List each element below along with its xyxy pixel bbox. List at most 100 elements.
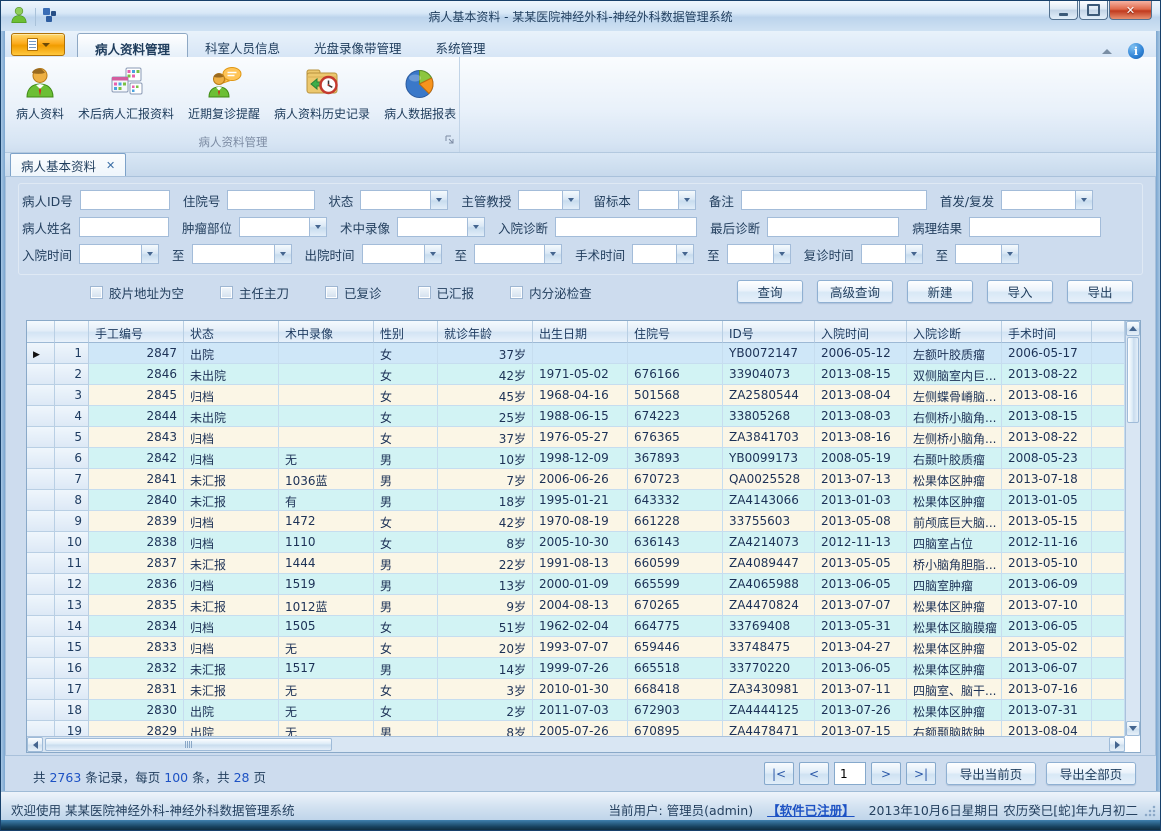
filter-combo[interactable] xyxy=(239,217,327,237)
text-input[interactable] xyxy=(556,220,696,238)
column-header-2[interactable] xyxy=(55,321,89,343)
text-input[interactable] xyxy=(228,193,314,211)
filter-combo[interactable] xyxy=(638,190,696,210)
combo-dropdown-button[interactable] xyxy=(309,218,326,236)
combo-dropdown-button[interactable] xyxy=(274,245,291,263)
column-header-11[interactable]: 入院时间 xyxy=(815,321,907,343)
checkbox-2[interactable]: 主任主刀 xyxy=(220,283,289,302)
dialog-launcher-icon[interactable] xyxy=(445,130,455,149)
column-header-5[interactable]: 术中录像 xyxy=(279,321,374,343)
combo-dropdown-button[interactable] xyxy=(905,245,922,263)
column-header-8[interactable]: 出生日期 xyxy=(533,321,628,343)
text-input[interactable] xyxy=(80,220,168,238)
filter-combo[interactable] xyxy=(518,190,580,210)
ribbon-button-5[interactable]: 病人数据报表 xyxy=(377,60,463,124)
collapse-ribbon-icon[interactable] xyxy=(1102,49,1112,54)
export-current-page-button[interactable]: 导出当前页 xyxy=(946,762,1036,785)
table-row-13[interactable]: 132835未汇报1012蓝男9岁2004-08-13670265ZA44708… xyxy=(27,595,1125,616)
combo-dropdown-button[interactable] xyxy=(430,191,447,209)
text-input[interactable] xyxy=(970,220,1100,238)
combo-dropdown-button[interactable] xyxy=(544,245,561,263)
combo-dropdown-button[interactable] xyxy=(1001,245,1018,263)
table-row-10[interactable]: 102838归档1110女8岁2005-10-30636143ZA4214073… xyxy=(27,532,1125,553)
table-row-12[interactable]: 122836归档1519男13岁2000-01-09665599ZA406598… xyxy=(27,574,1125,595)
scroll-up-button[interactable] xyxy=(1126,321,1140,336)
table-row-3[interactable]: 32845归档女45岁1968-04-16501568ZA25805442013… xyxy=(27,385,1125,406)
checkbox-4[interactable]: 已汇报 xyxy=(418,283,475,302)
combo-dropdown-button[interactable] xyxy=(773,245,790,263)
checkbox-icon[interactable] xyxy=(90,286,103,299)
column-header-10[interactable]: ID号 xyxy=(723,321,815,343)
ribbon-button-4[interactable]: 病人资料历史记录 xyxy=(267,60,377,124)
text-input[interactable] xyxy=(768,220,898,238)
ribbon-tab-4[interactable]: 系统管理 xyxy=(419,33,503,57)
action-button-2[interactable]: 高级查询 xyxy=(817,280,893,303)
filter-combo[interactable] xyxy=(360,190,448,210)
scroll-left-button[interactable] xyxy=(27,737,43,752)
checkbox-icon[interactable] xyxy=(325,286,338,299)
ribbon-button-2[interactable]: 术后病人汇报资料 xyxy=(71,60,181,124)
combo-dropdown-button[interactable] xyxy=(562,191,579,209)
column-header-3[interactable]: 手工编号 xyxy=(89,321,184,343)
filter-input[interactable] xyxy=(80,190,170,210)
column-header-13[interactable]: 手术时间 xyxy=(1002,321,1092,343)
text-input[interactable] xyxy=(81,193,169,211)
vertical-scroll-thumb[interactable] xyxy=(1127,337,1139,423)
combo-dropdown-button[interactable] xyxy=(678,191,695,209)
table-row-4[interactable]: 42844未出院女25岁1988-06-15674223338052682013… xyxy=(27,406,1125,427)
table-row-11[interactable]: 112837未汇报1444男22岁1991-08-13660599ZA40894… xyxy=(27,553,1125,574)
filter-combo[interactable] xyxy=(1001,190,1093,210)
tab-close-icon[interactable]: ✕ xyxy=(106,159,115,172)
table-row-8[interactable]: 82840未汇报有男18岁1995-01-21643332ZA414306620… xyxy=(27,490,1125,511)
filter-input[interactable] xyxy=(969,217,1101,237)
last-page-button[interactable]: >| xyxy=(906,762,936,785)
action-button-1[interactable]: 查询 xyxy=(737,280,803,303)
filter-combo[interactable] xyxy=(362,244,442,264)
filter-combo[interactable] xyxy=(955,244,1019,264)
ribbon-tab-2[interactable]: 科室人员信息 xyxy=(188,33,297,57)
page-input[interactable] xyxy=(834,762,866,785)
export-all-pages-button[interactable]: 导出全部页 xyxy=(1046,762,1136,785)
checkbox-1[interactable]: 胶片地址为空 xyxy=(90,283,184,302)
combo-dropdown-button[interactable] xyxy=(467,218,484,236)
filter-input[interactable] xyxy=(79,217,169,237)
first-page-button[interactable]: |< xyxy=(764,762,794,785)
combo-dropdown-button[interactable] xyxy=(1075,191,1092,209)
ribbon-tab-1[interactable]: 病人资料管理 xyxy=(77,33,188,57)
checkbox-3[interactable]: 已复诊 xyxy=(325,283,382,302)
table-row-15[interactable]: 152833归档无女20岁1993-07-0765944633748475201… xyxy=(27,637,1125,658)
ribbon-button-1[interactable]: 病人资料 xyxy=(9,60,71,124)
table-row-17[interactable]: 172831未汇报无女3岁2010-01-30668418ZA343098120… xyxy=(27,679,1125,700)
filter-input[interactable] xyxy=(741,190,927,210)
horizontal-scroll-thumb[interactable] xyxy=(45,738,332,751)
tab-patient-basic-info[interactable]: 病人基本资料 ✕ xyxy=(10,153,126,177)
checkbox-icon[interactable] xyxy=(220,286,233,299)
action-button-3[interactable]: 新建 xyxy=(907,280,973,303)
filter-combo[interactable] xyxy=(474,244,562,264)
scroll-right-button[interactable] xyxy=(1109,737,1125,752)
vertical-scrollbar[interactable] xyxy=(1125,321,1140,736)
column-header-1[interactable] xyxy=(27,321,55,343)
filter-input[interactable] xyxy=(227,190,315,210)
next-page-button[interactable]: > xyxy=(871,762,901,785)
registered-link[interactable]: 【软件已注册】 xyxy=(767,800,855,819)
table-row-9[interactable]: 92839归档1472女42岁1970-08-19661228337556032… xyxy=(27,511,1125,532)
table-row-1[interactable]: ▶12847出院女37岁YB00721472006-05-12左额叶胶质瘤200… xyxy=(27,343,1125,364)
checkbox-icon[interactable] xyxy=(418,286,431,299)
table-row-6[interactable]: 62842归档无男10岁1998-12-09367893YB0099173200… xyxy=(27,448,1125,469)
ribbon-button-3[interactable]: 近期复诊提醒 xyxy=(181,60,267,124)
table-row-2[interactable]: 22846未出院女42岁1971-05-02676166339040732013… xyxy=(27,364,1125,385)
info-icon[interactable]: i xyxy=(1128,43,1144,59)
horizontal-scrollbar[interactable] xyxy=(27,736,1125,752)
filter-combo[interactable] xyxy=(632,244,694,264)
column-header-6[interactable]: 性别 xyxy=(374,321,438,343)
filter-input[interactable] xyxy=(555,217,697,237)
column-header-9[interactable]: 住院号 xyxy=(628,321,723,343)
table-row-19[interactable]: 192829出院无男8岁2005-07-26670895ZA4478471201… xyxy=(27,721,1125,736)
filter-combo[interactable] xyxy=(192,244,292,264)
resize-grip-icon[interactable] xyxy=(1144,805,1156,817)
combo-dropdown-button[interactable] xyxy=(676,245,693,263)
table-row-18[interactable]: 182830出院无女2岁2011-07-03672903ZA4444125201… xyxy=(27,700,1125,721)
column-header-4[interactable]: 状态 xyxy=(184,321,279,343)
application-menu-button[interactable] xyxy=(11,33,65,56)
